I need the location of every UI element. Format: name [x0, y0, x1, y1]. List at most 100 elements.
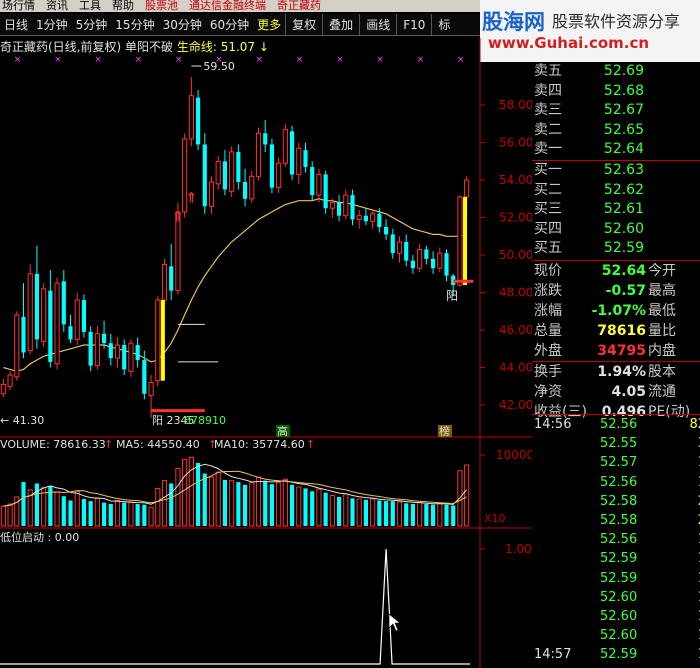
candle[interactable]	[7, 371, 13, 391]
candle[interactable]	[296, 142, 302, 184]
candle[interactable]	[343, 189, 349, 220]
volume-bar[interactable]	[444, 504, 449, 526]
volume-bar[interactable]	[148, 507, 154, 527]
volume-bar[interactable]	[74, 490, 80, 527]
volume-bar[interactable]	[410, 504, 416, 526]
volume-bar[interactable]	[108, 504, 113, 526]
volume-bar[interactable]	[208, 476, 215, 527]
volume-bar[interactable]	[0, 505, 6, 527]
candle[interactable]	[54, 277, 60, 370]
volume-bar[interactable]	[21, 482, 26, 526]
volume-bar[interactable]	[404, 503, 409, 526]
ask-row[interactable]: 卖四 52.68	[532, 82, 700, 102]
volume-bar[interactable]	[142, 504, 147, 526]
volume-bar[interactable]	[255, 476, 262, 527]
ask-row[interactable]: 卖三 52.67	[532, 101, 700, 121]
candle[interactable]	[417, 243, 423, 272]
volume-bar[interactable]	[161, 480, 168, 527]
volume-bar[interactable]	[289, 484, 295, 526]
volume-bar[interactable]	[383, 501, 389, 526]
candle[interactable]	[336, 195, 342, 222]
candle[interactable]	[135, 337, 140, 368]
volume-bar[interactable]	[430, 504, 436, 526]
candle[interactable]	[27, 264, 33, 355]
volume-bar[interactable]	[356, 498, 362, 527]
volume-bar[interactable]	[101, 502, 107, 526]
volume-bar[interactable]	[269, 484, 275, 526]
ask-row[interactable]: 卖二 52.65	[532, 121, 700, 141]
candle[interactable]	[122, 339, 127, 376]
candle[interactable]	[242, 168, 248, 207]
candle[interactable]	[236, 144, 241, 190]
volume-bar[interactable]	[242, 484, 248, 526]
candle[interactable]	[316, 168, 322, 203]
candle[interactable]	[444, 249, 449, 282]
volume-bar[interactable]	[329, 495, 335, 527]
candle[interactable]	[255, 127, 262, 181]
candle[interactable]	[94, 326, 100, 370]
volume-bar[interactable]	[128, 501, 134, 527]
candle[interactable]	[208, 176, 215, 214]
volume-bar[interactable]	[424, 504, 429, 526]
volume-bar[interactable]	[175, 468, 181, 527]
candle[interactable]	[34, 245, 40, 349]
candle[interactable]	[155, 296, 161, 387]
volume-bar[interactable]	[437, 502, 443, 527]
candle[interactable]	[437, 247, 443, 272]
candle[interactable]	[114, 337, 121, 368]
volume-bar[interactable]	[215, 471, 221, 527]
candle[interactable]	[0, 378, 6, 398]
volume-bar[interactable]	[377, 500, 382, 526]
volume-bar[interactable]	[316, 488, 322, 527]
candle[interactable]	[289, 125, 295, 181]
candle[interactable]	[276, 157, 282, 194]
candle[interactable]	[430, 251, 436, 274]
candle[interactable]	[323, 170, 328, 214]
volume-bar[interactable]	[396, 501, 403, 527]
bid-row[interactable]: 买一 52.63	[532, 161, 700, 181]
candle[interactable]	[81, 294, 87, 338]
ask-row[interactable]: 卖一 52.64	[532, 140, 700, 160]
candle[interactable]	[222, 150, 228, 196]
candle[interactable]	[383, 219, 389, 241]
volume-bar[interactable]	[182, 458, 188, 527]
volume-bar[interactable]	[417, 502, 423, 527]
bid-row[interactable]: 买二 52.62	[532, 181, 700, 201]
bid-row[interactable]: 买三 52.61	[532, 200, 700, 220]
candle[interactable]	[188, 76, 194, 147]
volume-bar[interactable]	[263, 480, 268, 526]
volume-bar[interactable]	[282, 478, 288, 527]
candle[interactable]	[249, 170, 255, 203]
candle[interactable]	[21, 283, 26, 359]
volume-bar[interactable]	[88, 501, 93, 526]
candle[interactable]	[282, 123, 288, 167]
volume-bar[interactable]	[188, 456, 194, 527]
candle[interactable]	[390, 228, 395, 259]
volume-bar[interactable]	[122, 502, 127, 526]
volume-bar[interactable]	[276, 482, 282, 527]
candle[interactable]	[215, 155, 221, 190]
volume-bar[interactable]	[336, 496, 342, 526]
volume-bar[interactable]	[81, 499, 87, 526]
candle[interactable]	[74, 292, 80, 346]
volume-bar[interactable]	[370, 498, 376, 527]
volume-bar[interactable]	[350, 498, 355, 526]
volume-bar[interactable]	[249, 482, 255, 527]
candle[interactable]	[108, 333, 113, 366]
volume-bar[interactable]	[222, 479, 228, 526]
volume-bar[interactable]	[202, 473, 207, 526]
candle[interactable]	[424, 245, 429, 265]
candle[interactable]	[310, 161, 315, 201]
ask-row[interactable]: 卖五 52.69	[532, 62, 700, 82]
candle[interactable]	[350, 189, 355, 226]
volume-bar[interactable]	[303, 488, 308, 526]
candle[interactable]	[195, 90, 201, 151]
volume-bar[interactable]	[7, 503, 13, 527]
candle[interactable]	[396, 236, 403, 263]
volume-bar[interactable]	[135, 504, 140, 526]
candle[interactable]	[14, 311, 20, 381]
candle[interactable]	[161, 258, 168, 306]
kline-chart[interactable]: 58.00 56.00 54.00 52.00 50.00 48.00 46.00 44.00…	[0, 0, 532, 668]
volume-bar[interactable]	[61, 496, 66, 526]
candle[interactable]	[48, 270, 53, 368]
